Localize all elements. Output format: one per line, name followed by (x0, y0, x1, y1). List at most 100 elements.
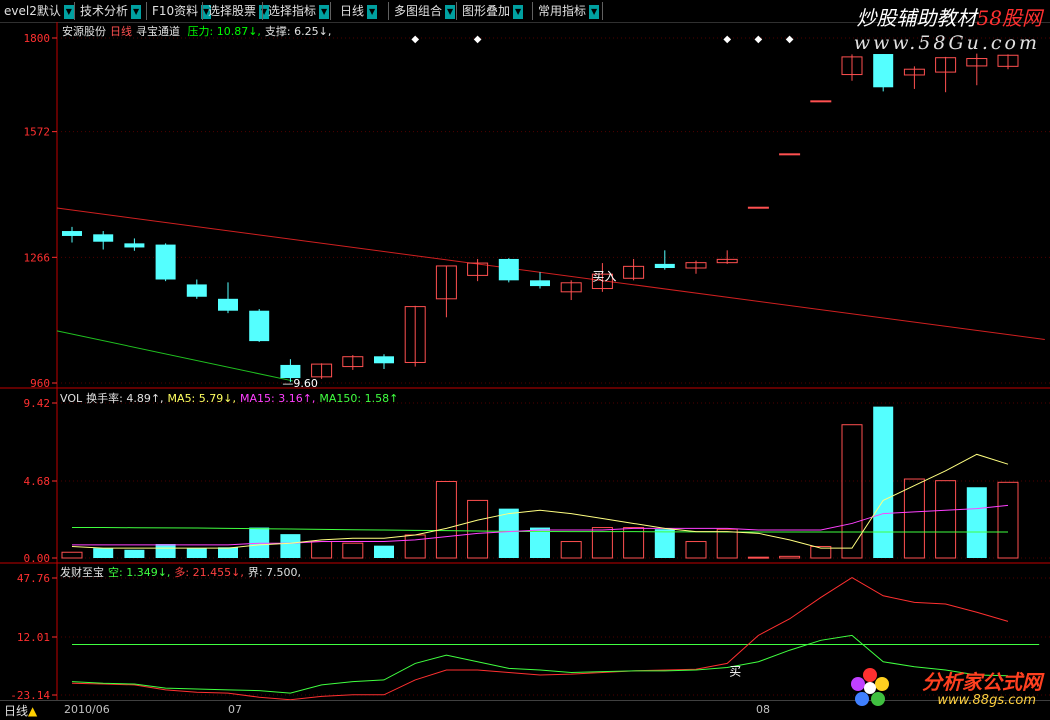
volume-bar-up (779, 555, 801, 559)
duo-value: 多: 21.455↓, (174, 566, 244, 579)
volume-bar-up (467, 499, 489, 559)
vol-legend: VOL 换手率: 4.89↑, MA5: 5.79↓, MA15: 3.16↑, MA1… (60, 390, 402, 406)
candle-body-down (530, 280, 550, 287)
volume-bar-down (873, 406, 894, 558)
kong-value: 空: 1.349↓, (108, 566, 171, 579)
dropdown-arrow-icon: ▼ (367, 4, 378, 19)
candle-body-down (374, 356, 394, 364)
candle-body-down (218, 298, 238, 311)
volume-bar-down (654, 529, 675, 558)
candle-body-up (747, 206, 769, 209)
toolbar-menu-label: 选择股票 (208, 4, 257, 18)
ind-tick-label: -23.14 (10, 689, 50, 700)
vol-tick-label: 9.42 (24, 397, 51, 410)
top-marker: ◆ (723, 34, 731, 45)
ind-name: 发财至宝 (60, 566, 104, 579)
toolbar-menu-label: 日线 (340, 4, 365, 18)
logo-url: www.88gs.com (937, 693, 1036, 708)
volume-bar-up (716, 528, 738, 559)
volume-bar-up (685, 541, 707, 559)
resist-value: 压力: 10.87↓, (187, 25, 261, 38)
date-label-2: 07 (228, 703, 242, 716)
volume-bar-down (218, 547, 238, 558)
toolbar-separator (262, 2, 263, 20)
candle-body-down (93, 234, 114, 242)
volume-bar-up (61, 551, 83, 559)
toolbar-menu-1[interactable]: 技术分析 ▼ (76, 2, 142, 20)
toolbar-menu-label: 图形叠加 (462, 4, 511, 18)
candle-body-down (62, 231, 82, 236)
toolbar-menu-0[interactable]: evel2默认 ▼ (0, 2, 74, 20)
volume-bar-down (498, 508, 519, 558)
top-marker: ◆ (474, 34, 482, 45)
logo-text: 分析家公式网 (922, 670, 1042, 694)
volume-bar-down (374, 545, 394, 558)
period-button[interactable]: 日线▲ (4, 702, 37, 719)
candle-body-down (654, 263, 675, 268)
toolbar-separator (602, 2, 603, 20)
candle-body-down (155, 244, 176, 280)
toolbar-separator (330, 2, 331, 20)
toolbar-menu-label: evel2默认 (4, 4, 61, 18)
volume-bar-down (530, 527, 550, 558)
volume-bar-down (93, 548, 114, 558)
dropdown-arrow-icon: ▼ (445, 4, 456, 19)
dropdown-arrow-icon: ▼ (63, 4, 74, 19)
toolbar-separator (456, 2, 457, 20)
stock-chart: 1800 1572 1266 960 ◆ ◆ ◆ ◆ ◆ —9.60 买入 9.42 4.68 0.00 4… (0, 22, 1050, 700)
vol-name: VOL (60, 392, 83, 405)
top-marker: ◆ (411, 34, 419, 45)
ind-tick-label: 47.76 (17, 572, 50, 585)
volume-bar-up (903, 478, 925, 559)
volume-bar-up (747, 556, 769, 559)
toolbar-menu-label: 选择指标 (268, 4, 317, 18)
candle-body-up (779, 153, 801, 156)
candle-body-down (186, 284, 207, 297)
toolbar-menu-5[interactable]: 日线 ▼ (336, 2, 378, 20)
toolbar-menu-label: F10资料 (152, 4, 199, 18)
toolbar-menu-label: 多图组合 (394, 4, 443, 18)
y-tick-label: 1572 (24, 126, 51, 139)
triangle-up-icon: ▲ (28, 704, 38, 718)
toolbar-separator (202, 2, 203, 20)
stock-name: 安源股份 (62, 25, 106, 38)
volume-bar-down (280, 534, 301, 558)
toolbar-menu-label: 常用指标 (538, 4, 587, 18)
y-tick-label: 1266 (24, 251, 51, 264)
y-tick-label: 1800 (24, 32, 51, 45)
toolbar-menu-label: 技术分析 (80, 4, 129, 18)
volume-bar-up (935, 480, 957, 559)
candle-body-down (249, 310, 270, 342)
volume-bar-up (404, 534, 426, 559)
vol-tick-label: 4.68 (24, 475, 51, 488)
low-price-label: —9.60 (282, 377, 318, 390)
ma5-value: MA5: 5.79↓, (167, 392, 236, 405)
toolbar-separator (388, 2, 389, 20)
dropdown-arrow-icon: ▼ (513, 4, 524, 19)
vol-tick-label: 0.00 (24, 552, 51, 565)
toolbar-menu-3[interactable]: 选择股票 ▼ (204, 2, 270, 20)
date-label-1: 2010/06 (64, 703, 110, 716)
candle-body-down (498, 258, 519, 281)
ma150-value: MA150: 1.58↑ (319, 392, 399, 405)
volume-bar-up (435, 480, 457, 559)
volume-bar-up (997, 481, 1019, 559)
buy-signal-label: 买入 (592, 269, 616, 283)
candle-body-down (280, 364, 301, 379)
y-tick-label: 960 (30, 377, 50, 390)
volume-bar-down (966, 487, 987, 558)
date-label-3: 08 (756, 703, 770, 716)
toolbar-menu-6[interactable]: 多图组合 ▼ (390, 2, 456, 20)
toolbar-menu-4[interactable]: 选择指标 ▼ (264, 2, 330, 20)
volume-bar-down (124, 549, 145, 558)
volume-bar-down (155, 544, 176, 558)
buy-mark-label: 买 (729, 665, 741, 679)
toolbar-menu-7[interactable]: 图形叠加 ▼ (458, 2, 524, 20)
resistance-line (56, 207, 1045, 340)
toolbar-menu-8[interactable]: 常用指标 ▼ (534, 2, 600, 20)
period-button-label: 日线 (4, 704, 29, 718)
volume-bar-up (560, 541, 582, 559)
dropdown-arrow-icon: ▼ (589, 4, 600, 19)
candle-body-down (873, 54, 894, 88)
toolbar-separator (74, 2, 75, 20)
